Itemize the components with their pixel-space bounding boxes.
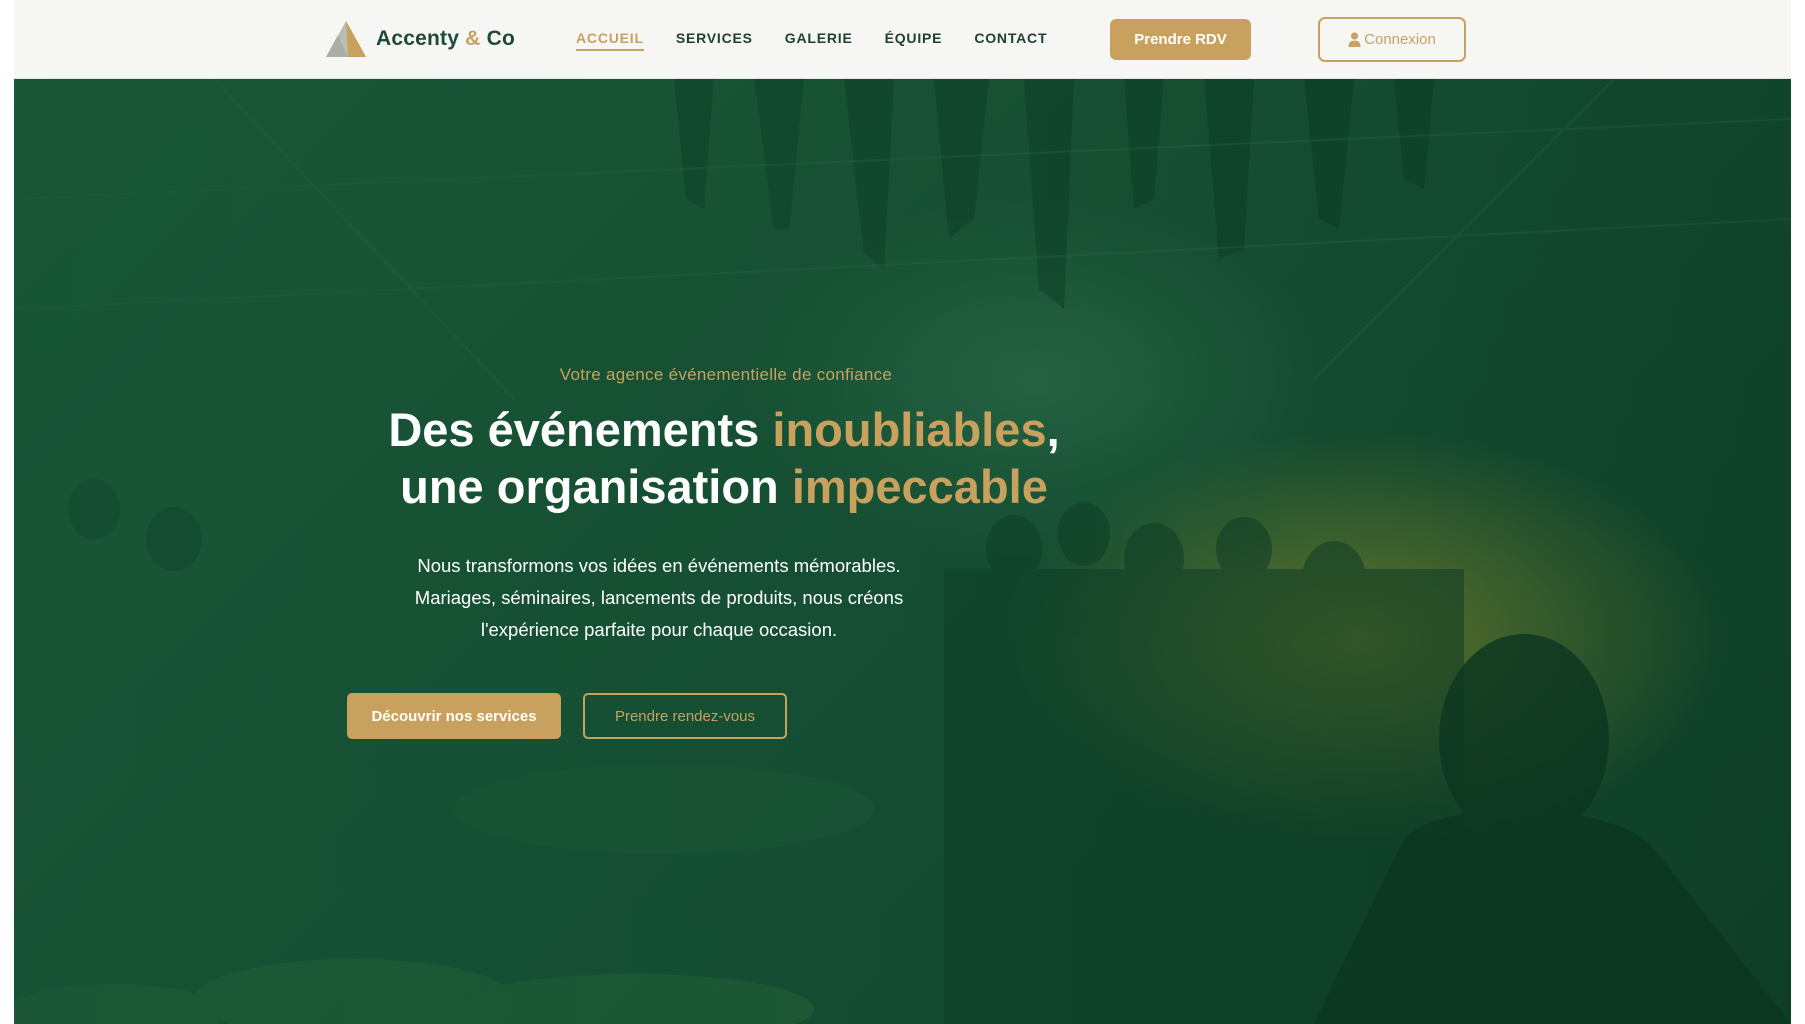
brand-name-part2: Co [486, 27, 515, 50]
brand-name: Accenty & Co [376, 27, 515, 51]
hero-description-line: Nous transformons vos idées en événement… [417, 555, 901, 576]
main-nav: ACCUEIL SERVICES GALERIE ÉQUIPE CONTACT [576, 30, 1079, 51]
site-header: Accenty & Co ACCUEIL SERVICES GALERIE ÉQ… [14, 0, 1791, 79]
nav-item-services[interactable]: SERVICES [676, 30, 753, 51]
brand-name-part1: Accenty [376, 27, 460, 50]
nav-item-equipe[interactable]: ÉQUIPE [885, 30, 943, 51]
page: Accenty & Co ACCUEIL SERVICES GALERIE ÉQ… [14, 0, 1791, 1024]
headline-highlight-inoubliables: inoubliables [772, 403, 1047, 456]
brand-ampersand: & [465, 27, 481, 50]
hero-section: Votre agence événementielle de confiance… [14, 79, 1791, 1024]
user-icon [1348, 32, 1361, 47]
hero-eyebrow: Votre agence événementielle de confiance [559, 365, 893, 384]
triangle-mountain-logo-icon [326, 21, 366, 57]
nav-item-accueil[interactable]: ACCUEIL [576, 30, 644, 51]
prendre-rendez-vous-button[interactable]: Prendre rendez-vous [583, 693, 787, 739]
prendre-rdv-button[interactable]: Prendre RDV [1110, 19, 1251, 60]
hero-headline: Des événements inoubliables, une organis… [314, 401, 1134, 515]
connexion-button[interactable]: Connexion [1318, 17, 1466, 62]
nav-item-contact[interactable]: CONTACT [974, 30, 1047, 51]
headline-line1-end: , [1046, 403, 1060, 456]
hero-description-line: l'expérience parfaite pour chaque occasi… [480, 619, 838, 640]
headline-line1-start: Des événements [388, 403, 773, 456]
nav-item-galerie[interactable]: GALERIE [785, 30, 853, 51]
connexion-label: Connexion [1364, 31, 1436, 48]
headline-line2-start: une organisation [400, 460, 792, 513]
hero-description: Nous transformons vos idées en événement… [314, 550, 1004, 646]
hero-description-line: Mariages, séminaires, lancements de prod… [414, 587, 904, 608]
headline-highlight-impeccable: impeccable [791, 460, 1048, 513]
brand-logo[interactable]: Accenty & Co [324, 19, 515, 59]
decouvrir-services-button[interactable]: Découvrir nos services [347, 693, 561, 739]
